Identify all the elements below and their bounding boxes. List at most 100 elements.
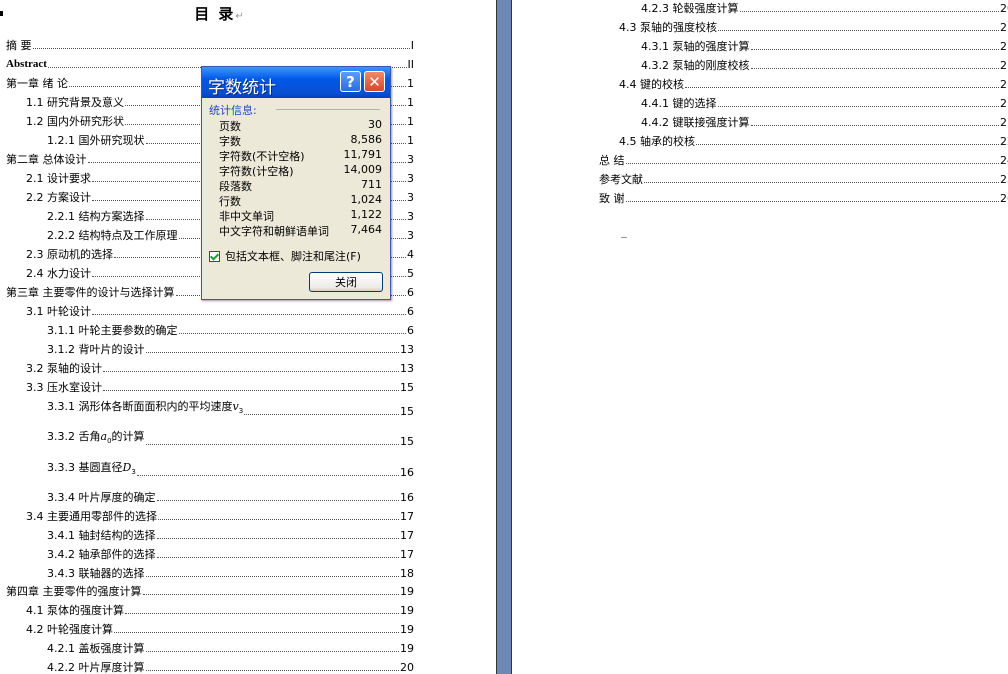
toc-entry[interactable]: 3.3.1 涡形体各断面面积内的平均速度v3 15 (47, 400, 414, 418)
dot-leader (145, 576, 399, 577)
toc-entry-text: 3.3.2 舌角 (47, 429, 101, 443)
toc-page-number: 1 (407, 77, 414, 90)
toc-entry-title: 4.4.1 键的选择 (641, 97, 717, 110)
dot-leader (718, 30, 999, 31)
toc-entry[interactable]: 4.3 泵轴的强度校核 21 (619, 20, 1008, 34)
toc-page-number: 15 (400, 435, 414, 448)
stat-value: 14,009 (343, 163, 383, 176)
toc-entry-title: 3.1.2 背叶片的设计 (47, 343, 145, 356)
dot-leader (750, 49, 999, 50)
toc-page-number: 24 (1000, 154, 1008, 167)
toc-entry-text: 4.3.2 泵轴的刚度校核 (641, 59, 750, 72)
toc-entry-text: 4.3.1 泵轴的强度计算 (641, 40, 750, 53)
toc-entry[interactable]: 摘 要I (6, 38, 414, 52)
dot-leader (750, 68, 999, 69)
toc-entry-title: 3.4.1 轴封结构的选择 (47, 529, 156, 542)
stat-value: 711 (361, 178, 382, 191)
math-subscript: 3 (238, 407, 244, 415)
toc-page-number: 26 (1000, 192, 1008, 205)
help-icon[interactable]: ? (340, 71, 361, 92)
include-textboxes-checkbox[interactable]: 包括文本框、脚注和尾注(F) (209, 249, 361, 263)
stat-value: 8,586 (350, 133, 383, 146)
checkmark-icon[interactable] (209, 250, 220, 262)
toc-entry-text: 4.3 泵轴的强度校核 (619, 21, 717, 34)
toc-entry[interactable]: 3.1 叶轮设计 6 (26, 304, 414, 318)
toc-page-number: 17 (400, 529, 414, 542)
toc-entry[interactable]: 3.3.2 舌角a0的计算 15 (47, 430, 414, 448)
dot-leader (156, 500, 399, 501)
toc-page-number: 16 (400, 466, 414, 479)
toc-entry[interactable]: 参考文献 25 (599, 172, 1008, 186)
toc-entry-title: 4.2 叶轮强度计算 (26, 623, 113, 636)
toc-entry[interactable]: 3.3.4 叶片厚度的确定 16 (47, 490, 414, 504)
close-button[interactable]: 关闭 (309, 272, 383, 292)
toc-entry-title: 第二章 总体设计 (6, 153, 87, 166)
toc-page-number: 15 (400, 381, 414, 394)
toc-entry-text: 3.1 叶轮设计 (26, 305, 91, 318)
toc-entry[interactable]: 致 谢 26 (599, 191, 1008, 205)
toc-entry[interactable]: 4.2.3 轮毂强度计算 20 (641, 1, 1008, 15)
toc-entry-title: 总 结 (599, 154, 625, 167)
toc-entry[interactable]: 3.4.2 轴承部件的选择 17 (47, 547, 414, 561)
dot-leader (244, 414, 399, 415)
toc-entry[interactable]: 3.1.1 叶轮主要参数的确定 6 (47, 323, 414, 337)
dialog-body: 统计信息: 页数 30 字数 8,586 字符数(不计空格) 11,791 字符数(计空格)… (202, 98, 390, 299)
stat-value: 11,791 (343, 148, 383, 161)
document-page-right[interactable]: 4.2.3 轮毂强度计算 20 4.3 泵轴的强度校核21 4.3.1 泵轴的强度计算… (511, 0, 1008, 674)
toc-entry-text: 致 谢 (599, 192, 625, 205)
toc-entry-text: 2.4 水力设计 (26, 267, 91, 280)
toc-entry[interactable]: 3.2 泵轴的设计 13 (26, 361, 414, 375)
toc-entry-title: 2.3 原动机的选择 (26, 248, 113, 261)
toc-entry-text: 4.4.1 键的选择 (641, 97, 717, 110)
toc-entry-title: 第三章 主要零件的设计与选择计算 (6, 286, 175, 299)
toc-entry-title: 致 谢 (599, 192, 625, 205)
toc-entry-title: 3.3.3 基圆直径D3 (47, 461, 136, 479)
math-variable: D (122, 460, 132, 474)
stat-label: 字数 (219, 135, 241, 148)
toc-entry[interactable]: 4.3.2 泵轴的刚度校核 21 (641, 58, 1008, 72)
math-subscript: 3 (131, 468, 136, 476)
toc-entry[interactable]: 3.1.2 背叶片的设计 13 (47, 342, 414, 356)
dot-leader (644, 182, 999, 183)
toc-entry-title: 4.1 泵体的强度计算 (26, 604, 124, 617)
dot-leader (125, 613, 399, 614)
dot-leader (142, 594, 399, 595)
toc-entry[interactable]: 4.4.2 键联接强度计算 21 (641, 115, 1008, 129)
toc-entry[interactable]: 4.5 轴承的校核 22 (619, 134, 1008, 148)
toc-entry-text: 1.2.1 国外研究现状 (47, 134, 145, 147)
toc-entry[interactable]: 3.3.3 基圆直径D3 16 (47, 461, 414, 479)
toc-entry-text: 4.2.3 轮毂强度计算 (641, 2, 739, 15)
stat-label: 字符数(不计空格) (219, 150, 305, 163)
toc-entry-title: 3.1.1 叶轮主要参数的确定 (47, 324, 178, 337)
toc-title-text: 目 录 (194, 5, 236, 23)
toc-entry[interactable]: 总 结 24 (599, 153, 1008, 167)
toc-entry[interactable]: 4.2.2 叶片厚度计算 20 (47, 660, 414, 674)
toc-entry[interactable]: 3.3 压水室设计 15 (26, 380, 414, 394)
toc-entry[interactable]: 4.2.1 盖板强度计算 19 (47, 641, 414, 655)
toc-page-number: 13 (400, 362, 414, 375)
close-icon[interactable]: ✕ (364, 71, 385, 92)
toc-entry-title: 4.3 泵轴的强度校核 (619, 21, 717, 34)
toc-entry[interactable]: 3.4.1 轴封结构的选择 17 (47, 528, 414, 542)
toc-entry[interactable]: 3.4.3 联轴器的选择 18 (47, 566, 414, 580)
toc-entry[interactable]: 第四章 主要零件的强度计算 19 (6, 584, 414, 598)
toc-entry[interactable]: 4.3.1 泵轴的强度计算 21 (641, 39, 1008, 53)
toc-entry-text: 第三章 主要零件的设计与选择计算 (6, 286, 175, 299)
toc-entry[interactable]: 4.2 叶轮强度计算 19 (26, 622, 414, 636)
dot-leader (92, 314, 406, 315)
dot-leader (625, 201, 999, 202)
dialog-titlebar[interactable]: 字数统计 ? ✕ (202, 67, 390, 98)
toc-entry[interactable]: 4.1 泵体的强度计算 19 (26, 603, 414, 617)
cursor-mark (621, 237, 627, 238)
toc-page-number: 3 (407, 229, 414, 242)
toc-page-number: 19 (400, 604, 414, 617)
toc-entry-text: 参考文献 (599, 173, 643, 186)
toc-entry[interactable]: 4.4 键的校核 21 (619, 77, 1008, 91)
toc-entry[interactable]: 3.4 主要通用零部件的选择 17 (26, 509, 414, 523)
toc-entry-text: 3.1.2 背叶片的设计 (47, 343, 145, 356)
toc-entry-title: 2.1 设计要求 (26, 172, 91, 185)
toc-entry[interactable]: 4.4.1 键的选择 21 (641, 96, 1008, 110)
toc-page-number: 20 (1000, 2, 1008, 15)
toc-entry-title: 摘 要 (6, 39, 32, 52)
toc-entry-title: 3.4 主要通用零部件的选择 (26, 510, 157, 523)
